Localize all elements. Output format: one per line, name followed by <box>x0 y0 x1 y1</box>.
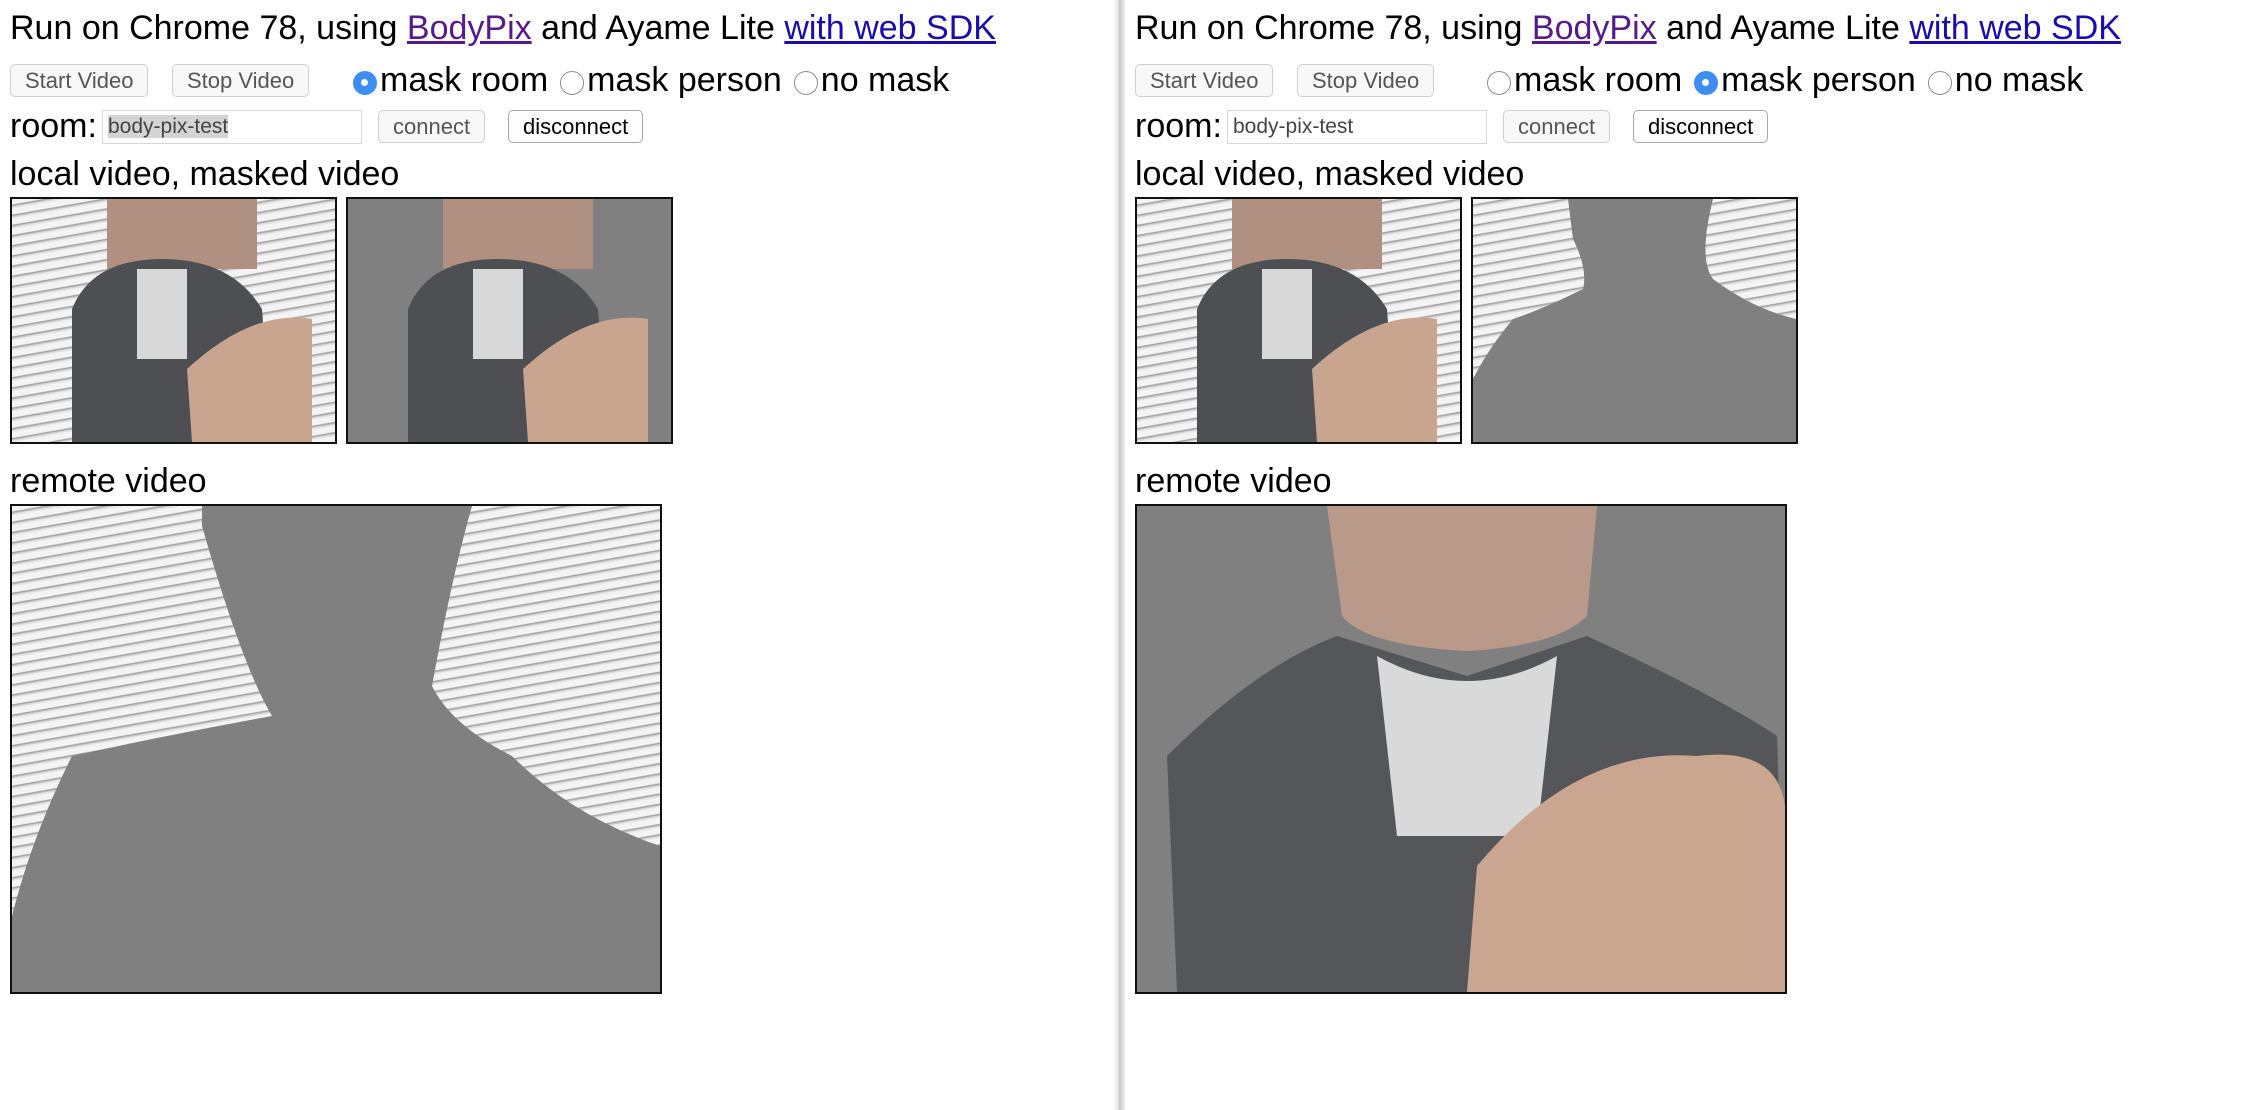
mask-mode-radio-group: mask room mask person no mask <box>1487 58 2095 102</box>
room-label: room: <box>1135 107 1222 145</box>
mask-person-radio[interactable] <box>560 71 585 95</box>
no-mask-radio[interactable] <box>1927 71 1952 95</box>
masked-person-silhouette <box>1473 199 1796 442</box>
disconnect-button[interactable]: disconnect <box>1633 110 1769 143</box>
connect-button[interactable]: connect <box>378 110 486 143</box>
right-browser-pane: Run on Chrome 78, using BodyPix and Ayam… <box>1125 0 2264 1110</box>
local-video-label: local video, masked video <box>10 155 400 193</box>
room-input-value: body-pix-test <box>1233 115 1354 138</box>
mask-room-radio[interactable] <box>353 71 377 95</box>
mask-mode-radio-group: mask room mask person no mask <box>353 58 961 102</box>
title-prefix: Run on Chrome 78, using <box>1135 9 1532 47</box>
remote-video-label: remote video <box>1135 462 1332 500</box>
no-mask-radio[interactable] <box>793 71 818 95</box>
title-prefix: Run on Chrome 78, using <box>10 9 407 47</box>
bodypix-link[interactable]: BodyPix <box>407 9 532 47</box>
web-sdk-link[interactable]: with web SDK <box>1909 9 2121 47</box>
mask-room-radio[interactable] <box>1487 71 1511 95</box>
web-sdk-link[interactable]: with web SDK <box>784 9 996 47</box>
connect-button[interactable]: connect <box>1503 110 1611 143</box>
remote-video <box>10 504 662 994</box>
start-video-button[interactable]: Start Video <box>10 64 149 97</box>
person-figure <box>408 199 648 442</box>
room-input[interactable]: body-pix-test <box>1227 110 1487 144</box>
page-title: Run on Chrome 78, using BodyPix and Ayam… <box>1135 6 2121 50</box>
page-title: Run on Chrome 78, using BodyPix and Ayam… <box>10 6 996 50</box>
room-label: room: <box>10 107 97 145</box>
mask-room-label[interactable]: mask room <box>380 58 548 102</box>
person-figure <box>1197 199 1437 442</box>
remote-video-label: remote video <box>10 462 207 500</box>
no-mask-label[interactable]: no mask <box>821 58 950 102</box>
local-video <box>10 197 337 444</box>
mask-person-label[interactable]: mask person <box>587 58 782 102</box>
room-input[interactable]: body-pix-test <box>102 110 362 144</box>
mask-person-label[interactable]: mask person <box>1721 58 1916 102</box>
title-middle: and Ayame Lite <box>531 9 785 47</box>
room-input-value: body-pix-test <box>108 115 229 138</box>
local-video <box>1135 197 1462 444</box>
title-middle: and Ayame Lite <box>1656 9 1910 47</box>
stop-video-button[interactable]: Stop Video <box>1297 64 1435 97</box>
local-video-label: local video, masked video <box>1135 155 1525 193</box>
mask-room-label[interactable]: mask room <box>1514 58 1682 102</box>
bodypix-link[interactable]: BodyPix <box>1532 9 1657 47</box>
masked-video <box>346 197 673 444</box>
disconnect-button[interactable]: disconnect <box>508 110 644 143</box>
left-browser-pane: Run on Chrome 78, using BodyPix and Ayam… <box>0 0 1118 1110</box>
remote-video <box>1135 504 1787 994</box>
masked-person-silhouette <box>12 506 660 992</box>
person-figure <box>72 199 312 442</box>
window-divider <box>1113 0 1125 1110</box>
mask-person-radio[interactable] <box>1694 71 1719 95</box>
start-video-button[interactable]: Start Video <box>1135 64 1274 97</box>
no-mask-label[interactable]: no mask <box>1955 58 2084 102</box>
person-figure <box>1167 506 1785 992</box>
stop-video-button[interactable]: Stop Video <box>172 64 310 97</box>
masked-video <box>1471 197 1798 444</box>
